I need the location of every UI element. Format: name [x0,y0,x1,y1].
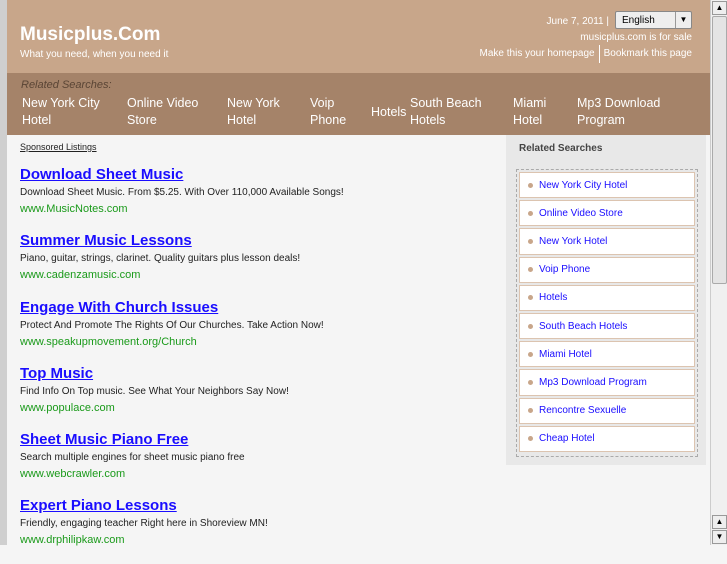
ad-title-link[interactable]: Download Sheet Music [20,166,500,184]
bullet-icon [528,267,533,273]
nav-item[interactable]: New York Hotel [227,95,292,129]
sidebar-item-label: Rencontre Sexuelle [539,405,627,417]
ad-title-link[interactable]: Top Music [20,365,500,383]
ad-title-link[interactable]: Engage With Church Issues [20,299,500,317]
ad-description: Download Sheet Music. From $5.25. With O… [20,187,344,198]
ad-listing: Engage With Church Issues Protect And Pro… [20,299,500,365]
nav-item[interactable]: Voip Phone [310,95,360,129]
ad-url[interactable]: www.populace.com [20,402,500,414]
bullet-icon [528,323,533,329]
sidebar-item[interactable]: Voip Phone [519,256,695,283]
sidebar-item-label: New York Hotel [539,235,608,247]
scrollbar[interactable]: ▲ ▲ ▼ [710,0,727,545]
sidebar-title: Related Searches [519,143,603,154]
sidebar-item[interactable]: Rencontre Sexuelle [519,397,695,424]
ad-url[interactable]: www.speakupmovement.org/Church [20,336,500,348]
bullet-icon [528,408,533,414]
ad-description: Find Info On Top music. See What Your Ne… [20,385,289,397]
sidebar: Related Searches New York City Hotel Onli… [506,135,706,465]
date: June 7, 2011 | [546,16,609,27]
nav-item[interactable]: Miami Hotel [513,95,563,129]
sidebar-item-label: Hotels [539,292,568,304]
ad-listing: Expert Piano Lessons Friendly, engaging t… [20,497,500,563]
sidebar-item-label: Online Video Store [539,207,623,219]
ad-listing: Sheet Music Piano Free Search multiple en… [20,431,500,497]
sidebar-item-label: Miami Hotel [539,348,592,360]
ad-listing: Top Music Find Info On Top music. See Wha… [20,365,500,431]
sidebar-item-label: Cheap Hotel [539,433,595,445]
sidebar-item[interactable]: New York Hotel [519,228,695,255]
nav-label: Related Searches: [21,79,112,91]
homepage-link[interactable]: Make this your homepage [480,48,595,63]
left-border [0,0,7,545]
ad-listing: Download Sheet Music Download Sheet Music… [20,166,500,232]
bullet-icon [528,210,533,216]
bullet-icon [528,182,533,188]
bullet-icon [528,295,533,301]
ad-title-link[interactable]: Expert Piano Lessons [20,497,500,515]
ad-url[interactable]: www.MusicNotes.com [20,203,500,215]
language-value: English [622,15,655,26]
sponsored-listings: Sponsored Listings Download Sheet Music D… [20,142,500,564]
sidebar-item[interactable]: Cheap Hotel [519,425,695,452]
ad-description: Search multiple engines for sheet music … [20,452,245,464]
nav-item[interactable]: Mp3 Download Program [577,95,677,129]
sidebar-item[interactable]: New York City Hotel [519,172,695,199]
for-sale-link[interactable]: musicplus.com is for sale [580,32,692,43]
sponsored-label[interactable]: Sponsored Listings [20,142,500,152]
nav-item[interactable]: New York City Hotel [22,95,117,129]
scroll-up-icon[interactable]: ▲ [712,515,727,529]
sidebar-item[interactable]: Mp3 Download Program [519,369,695,396]
scroll-up-icon[interactable]: ▲ [712,1,727,15]
ad-title-link[interactable]: Sheet Music Piano Free [20,431,500,449]
divider [598,45,600,63]
bookmark-link[interactable]: Bookmark this page [604,48,692,63]
sidebar-item[interactable]: Miami Hotel [519,341,695,368]
chevron-down-icon: ▼ [675,12,691,28]
ad-title-link[interactable]: Summer Music Lessons [20,232,500,250]
ad-url[interactable]: www.webcrawler.com [20,468,500,480]
sidebar-item-label: Voip Phone [539,264,591,276]
tagline: What you need, when you need it [20,49,169,60]
header: Musicplus.Com What you need, when you ne… [7,0,710,73]
nav-item[interactable]: Hotels [371,104,406,121]
sidebar-item[interactable]: Online Video Store [519,200,695,227]
language-select[interactable]: English ▼ [615,11,692,29]
sidebar-item-label: South Beach Hotels [539,320,628,332]
ad-description: Piano, guitar, strings, clarinet. Qualit… [20,253,301,265]
ad-url[interactable]: www.cadenzamusic.com [20,269,500,281]
sidebar-item-label: New York City Hotel [539,179,628,191]
sidebar-item[interactable]: Hotels [519,284,695,311]
scrollbar-thumb[interactable] [712,16,727,284]
bullet-icon [528,238,533,244]
nav-item[interactable]: Online Video Store [127,95,217,129]
ad-description: Protect And Promote The Rights Of Our Ch… [20,319,324,331]
ad-description: Friendly, engaging teacher Right here in… [20,518,268,530]
bullet-icon [528,379,533,385]
scroll-down-icon[interactable]: ▼ [712,530,727,544]
sidebar-item-label: Mp3 Download Program [539,376,647,388]
bullet-icon [528,351,533,357]
sidebar-item[interactable]: South Beach Hotels [519,312,695,340]
nav-item[interactable]: South Beach Hotels [410,95,495,129]
bullet-icon [528,436,533,442]
site-logo[interactable]: Musicplus.Com [20,24,160,46]
related-searches-nav: Related Searches: New York City Hotel On… [7,73,710,135]
ad-listing: Summer Music Lessons Piano, guitar, strin… [20,232,500,298]
